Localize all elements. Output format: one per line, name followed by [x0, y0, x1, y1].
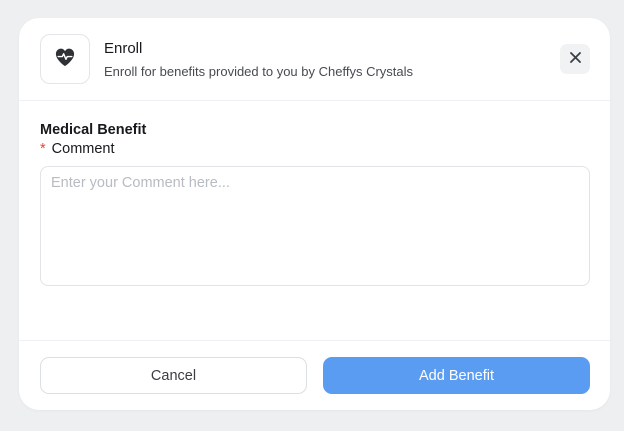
modal-title: Enroll — [104, 40, 143, 57]
section-title: Medical Benefit — [40, 122, 147, 138]
footer-divider — [19, 340, 610, 341]
enroll-modal: Enroll Enroll for benefits provided to y… — [19, 18, 610, 410]
comment-label: * Comment — [40, 141, 115, 157]
required-marker: * — [40, 141, 46, 157]
cancel-button[interactable]: Cancel — [40, 357, 307, 394]
comment-input[interactable] — [40, 166, 590, 286]
modal-header: Enroll Enroll for benefits provided to y… — [19, 18, 610, 101]
close-icon — [569, 50, 581, 68]
comment-label-text: Comment — [51, 141, 115, 157]
close-button[interactable] — [560, 44, 590, 74]
benefit-icon-box — [40, 34, 90, 84]
add-benefit-button[interactable]: Add Benefit — [323, 357, 590, 394]
modal-subtitle: Enroll for benefits provided to you by C… — [104, 64, 414, 79]
heart-pulse-icon — [54, 47, 76, 72]
